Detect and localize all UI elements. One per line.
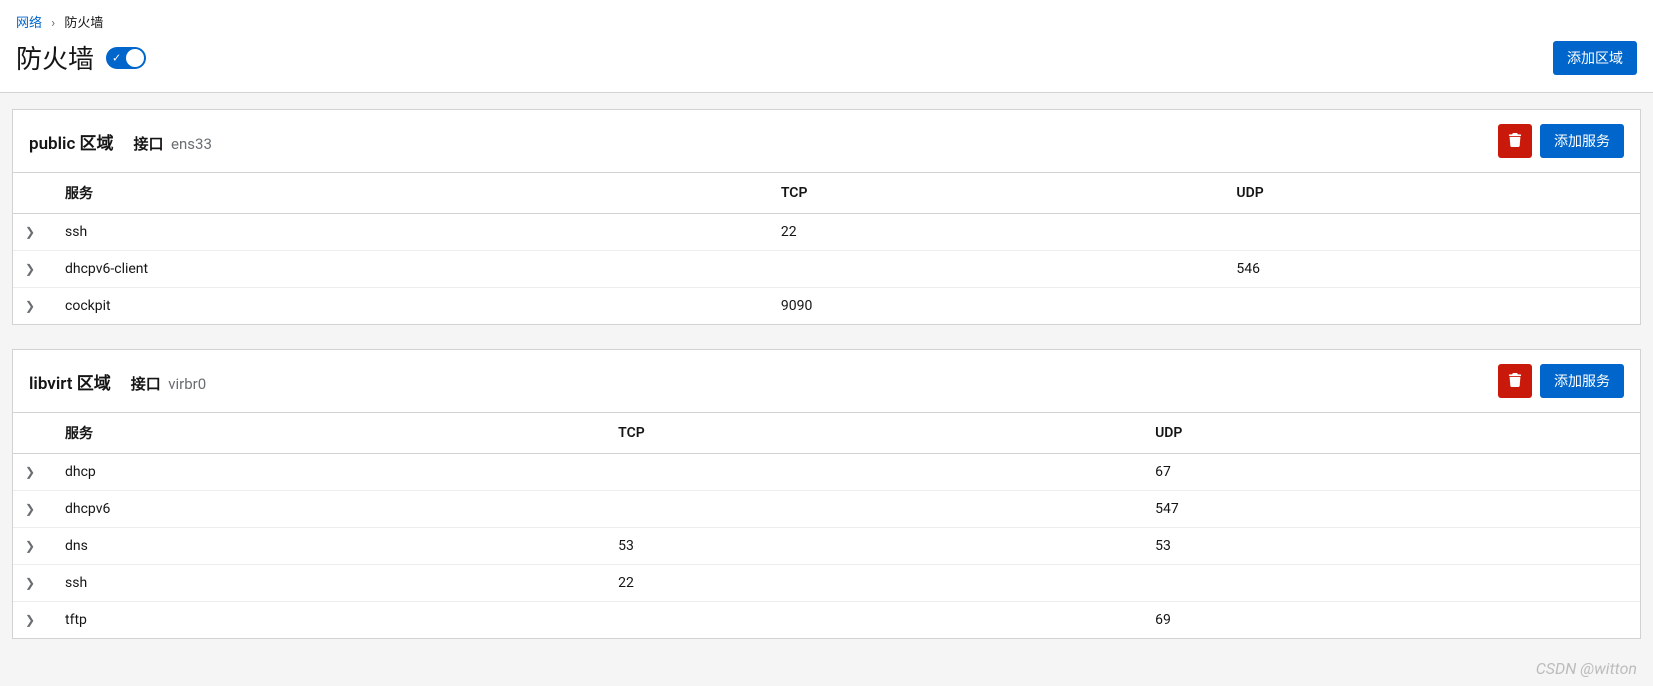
breadcrumb: 网络 › 防火墙 — [16, 12, 1637, 31]
zone-card-public: public 区域 接口 ens33 添加服务 — [12, 109, 1641, 325]
table-row: ❯ dhcpv6 547 — [13, 491, 1640, 528]
breadcrumb-parent-link[interactable]: 网络 — [16, 16, 42, 31]
interface-label: 接口 — [134, 135, 164, 153]
table-row: ❯ dhcp 67 — [13, 454, 1640, 491]
chevron-right-icon[interactable]: ❯ — [25, 299, 35, 313]
chevron-right-icon[interactable]: ❯ — [25, 465, 35, 479]
col-udp-header: UDP — [1224, 173, 1640, 214]
add-zone-button[interactable]: 添加区域 — [1553, 41, 1637, 75]
service-udp: 53 — [1143, 528, 1640, 565]
service-udp — [1224, 288, 1640, 325]
service-udp — [1143, 565, 1640, 602]
table-row: ❯ tftp 69 — [13, 602, 1640, 639]
col-service-header: 服务 — [53, 413, 606, 454]
service-tcp — [606, 454, 1143, 491]
col-service-header: 服务 — [53, 173, 769, 214]
chevron-right-icon[interactable]: ❯ — [25, 539, 35, 553]
service-udp: 547 — [1143, 491, 1640, 528]
service-tcp — [606, 491, 1143, 528]
zone-title: public 区域 — [29, 129, 114, 154]
col-tcp-header: TCP — [606, 413, 1143, 454]
check-icon: ✓ — [112, 51, 121, 64]
delete-zone-button[interactable] — [1498, 124, 1532, 158]
col-udp-header: UDP — [1143, 413, 1640, 454]
table-row: ❯ ssh 22 — [13, 565, 1640, 602]
toggle-knob — [126, 49, 144, 67]
service-tcp: 53 — [606, 528, 1143, 565]
service-name: dhcpv6 — [53, 491, 606, 528]
service-tcp: 9090 — [769, 288, 1225, 325]
interface-value: virbr0 — [168, 375, 206, 393]
table-row: ❯ cockpit 9090 — [13, 288, 1640, 325]
breadcrumb-current: 防火墙 — [64, 16, 103, 31]
service-tcp — [606, 602, 1143, 639]
add-service-button[interactable]: 添加服务 — [1540, 124, 1624, 158]
chevron-right-icon[interactable]: ❯ — [25, 262, 35, 276]
service-udp: 546 — [1224, 251, 1640, 288]
chevron-right-icon[interactable]: ❯ — [25, 613, 35, 627]
trash-icon — [1508, 374, 1522, 390]
page-header: 网络 › 防火墙 防火墙 ✓ 添加区域 — [0, 0, 1653, 93]
content-area: public 区域 接口 ens33 添加服务 — [0, 93, 1653, 679]
add-service-button[interactable]: 添加服务 — [1540, 364, 1624, 398]
firewall-toggle[interactable]: ✓ — [106, 47, 146, 69]
service-udp — [1224, 214, 1640, 251]
interface-value: ens33 — [171, 135, 212, 153]
service-name: dhcpv6-client — [53, 251, 769, 288]
services-table: 服务 TCP UDP ❯ ssh 22 ❯ dhcpv6-client 546 — [13, 173, 1640, 324]
service-name: tftp — [53, 602, 606, 639]
chevron-right-icon[interactable]: ❯ — [25, 502, 35, 516]
page-title: 防火墙 — [16, 39, 94, 76]
service-name: ssh — [53, 214, 769, 251]
trash-icon — [1508, 134, 1522, 150]
service-name: dhcp — [53, 454, 606, 491]
service-name: ssh — [53, 565, 606, 602]
table-row: ❯ dns 53 53 — [13, 528, 1640, 565]
delete-zone-button[interactable] — [1498, 364, 1532, 398]
service-tcp: 22 — [606, 565, 1143, 602]
chevron-right-icon: › — [51, 16, 55, 31]
service-name: cockpit — [53, 288, 769, 325]
zone-card-libvirt: libvirt 区域 接口 virbr0 添加服务 — [12, 349, 1641, 639]
services-table: 服务 TCP UDP ❯ dhcp 67 ❯ dhcpv6 547 — [13, 413, 1640, 638]
service-udp: 69 — [1143, 602, 1640, 639]
col-tcp-header: TCP — [769, 173, 1225, 214]
table-row: ❯ ssh 22 — [13, 214, 1640, 251]
chevron-right-icon[interactable]: ❯ — [25, 576, 35, 590]
chevron-right-icon[interactable]: ❯ — [25, 225, 35, 239]
zone-title: libvirt 区域 — [29, 369, 111, 394]
interface-label: 接口 — [131, 375, 161, 393]
service-tcp: 22 — [769, 214, 1225, 251]
table-row: ❯ dhcpv6-client 546 — [13, 251, 1640, 288]
service-udp: 67 — [1143, 454, 1640, 491]
service-name: dns — [53, 528, 606, 565]
service-tcp — [769, 251, 1225, 288]
